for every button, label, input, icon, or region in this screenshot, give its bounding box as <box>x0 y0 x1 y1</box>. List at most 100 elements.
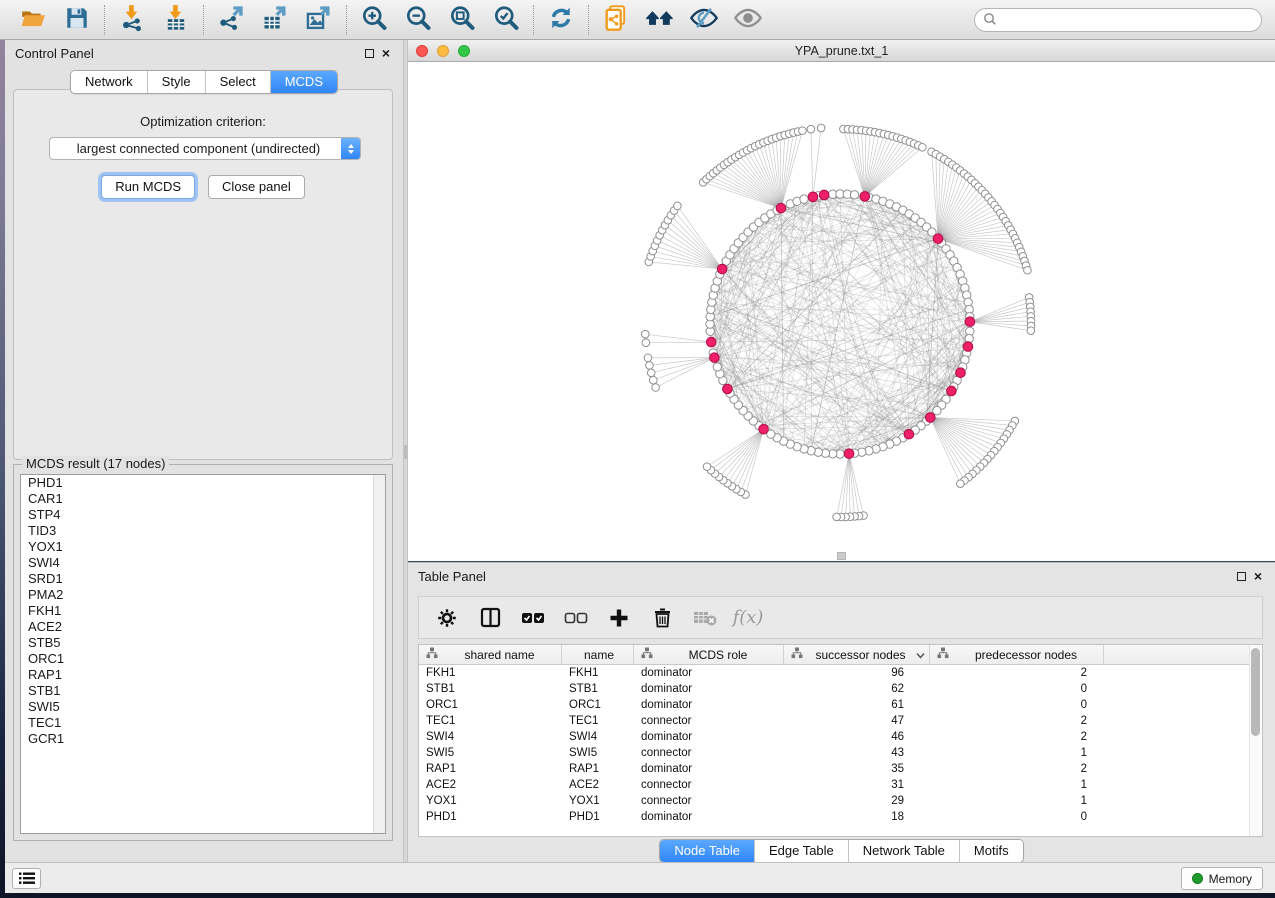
show-eye-button[interactable] <box>731 4 765 36</box>
zoom-selected-button[interactable] <box>489 4 523 36</box>
table-row[interactable]: FKH1FKH1dominator962 <box>419 665 1262 681</box>
network-overview-button[interactable] <box>643 4 677 36</box>
import-table-button[interactable] <box>159 4 193 36</box>
mcds-tab-content: Optimization criterion: largest connecte… <box>13 89 393 460</box>
tab-select[interactable]: Select <box>206 71 271 93</box>
close-mcds-panel-button[interactable]: Close panel <box>208 175 305 199</box>
mcds-result-item[interactable]: PMA2 <box>21 587 385 603</box>
cell-predecessors: 2 <box>930 713 1104 729</box>
table-row[interactable]: SWI4SWI4dominator462 <box>419 729 1262 745</box>
table-row[interactable]: SWI5SWI5connector431 <box>419 745 1262 761</box>
column-header-MCDS-role[interactable]: MCDS role <box>634 645 784 664</box>
open-file-button[interactable] <box>16 4 50 36</box>
close-panel-button[interactable]: × <box>380 47 392 59</box>
float-icon <box>1237 572 1246 581</box>
export-image-button[interactable] <box>302 4 336 36</box>
table-float-button[interactable] <box>1235 570 1247 582</box>
import-network-button[interactable] <box>115 4 149 36</box>
export-network-button[interactable] <box>214 4 248 36</box>
cell-successors: 61 <box>784 697 930 713</box>
mcds-result-item[interactable]: STB5 <box>21 635 385 651</box>
list-icon <box>19 872 35 885</box>
mcds-result-item[interactable]: PHD1 <box>21 475 385 491</box>
window-close-light[interactable] <box>416 45 428 57</box>
delete-column-button[interactable] <box>650 606 674 630</box>
table-scrollbar[interactable] <box>1249 645 1262 836</box>
column-label: MCDS role <box>657 648 779 662</box>
mcds-list-scrollbar[interactable] <box>373 475 385 833</box>
select-all-button[interactable] <box>521 606 545 630</box>
control-panel: Control Panel × NetworkStyleSelectMCDS O… <box>5 40 403 862</box>
share-network-document-button[interactable] <box>599 4 633 36</box>
network-canvas[interactable] <box>408 62 1275 561</box>
search-input[interactable] <box>997 10 1261 30</box>
zoom-in-icon <box>360 4 388 35</box>
table-settings-button[interactable] <box>435 606 459 630</box>
mcds-result-item[interactable]: ACE2 <box>21 619 385 635</box>
table-row[interactable]: YOX1YOX1connector291 <box>419 793 1262 809</box>
mcds-result-item[interactable]: SWI4 <box>21 555 385 571</box>
export-table-button[interactable] <box>258 4 292 36</box>
cell-predecessors: 1 <box>930 745 1104 761</box>
show-panels-button[interactable] <box>12 868 41 889</box>
table-row[interactable]: RAP1RAP1dominator352 <box>419 761 1262 777</box>
table-row[interactable]: TEC1TEC1connector472 <box>419 713 1262 729</box>
column-header-successor-nodes[interactable]: successor nodes <box>784 645 930 664</box>
table-row[interactable]: PHD1PHD1dominator180 <box>419 809 1262 825</box>
mcds-result-item[interactable]: CAR1 <box>21 491 385 507</box>
zoom-out-button[interactable] <box>401 4 435 36</box>
column-header-name[interactable]: name <box>562 645 634 664</box>
float-panel-button[interactable] <box>363 47 375 59</box>
mcds-result-item[interactable]: FKH1 <box>21 603 385 619</box>
mcds-result-item[interactable]: TEC1 <box>21 715 385 731</box>
mcds-result-item[interactable]: RAP1 <box>21 667 385 683</box>
table-tab-node-table[interactable]: Node Table <box>660 840 755 862</box>
table-row[interactable]: ORC1ORC1dominator610 <box>419 697 1262 713</box>
mcds-result-item[interactable]: STB1 <box>21 683 385 699</box>
window-minimize-light[interactable] <box>437 45 449 57</box>
column-header-predecessor-nodes[interactable]: predecessor nodes <box>930 645 1104 664</box>
memory-button[interactable]: Memory <box>1181 867 1263 890</box>
criterion-dropdown[interactable]: largest connected component (undirected) <box>49 137 361 160</box>
cell-successors: 35 <box>784 761 930 777</box>
column-header-shared-name[interactable]: shared name <box>419 645 562 664</box>
show-columns-button[interactable] <box>478 606 502 630</box>
mcds-result-item[interactable]: SRD1 <box>21 571 385 587</box>
mcds-result-item[interactable]: GCR1 <box>21 731 385 747</box>
mcds-result-item[interactable]: YOX1 <box>21 539 385 555</box>
hide-vizmap-button[interactable] <box>687 4 721 36</box>
tab-network[interactable]: Network <box>71 71 148 93</box>
mcds-result-title: MCDS result (17 nodes) <box>22 456 169 471</box>
save-session-button[interactable] <box>60 4 94 36</box>
run-mcds-button[interactable]: Run MCDS <box>101 175 195 199</box>
window-maximize-light[interactable] <box>458 45 470 57</box>
deselect-all-button[interactable] <box>564 606 588 630</box>
mcds-result-item[interactable]: SWI5 <box>21 699 385 715</box>
mcds-result-item[interactable]: ORC1 <box>21 651 385 667</box>
mcds-result-item[interactable]: STP4 <box>21 507 385 523</box>
network-window-titlebar[interactable]: YPA_prune.txt_1 <box>408 40 1275 62</box>
table-tab-edge-table[interactable]: Edge Table <box>755 840 849 862</box>
canvas-splitter-handle[interactable] <box>837 552 846 560</box>
cell-successors: 96 <box>784 665 930 681</box>
mcds-result-item[interactable]: TID3 <box>21 523 385 539</box>
search-box[interactable] <box>974 8 1262 32</box>
tab-style[interactable]: Style <box>148 71 206 93</box>
add-column-button[interactable] <box>607 606 631 630</box>
cell-predecessors: 1 <box>930 793 1104 809</box>
table-close-button[interactable]: × <box>1252 570 1264 582</box>
table-tab-motifs[interactable]: Motifs <box>960 840 1023 862</box>
table-row[interactable]: ACE2ACE2connector311 <box>419 777 1262 793</box>
table-scrollbar-thumb[interactable] <box>1251 648 1260 736</box>
cell-shared_name: SWI5 <box>419 745 562 761</box>
zoom-fit-button[interactable] <box>445 4 479 36</box>
tab-mcds[interactable]: MCDS <box>271 71 337 93</box>
zoom-in-button[interactable] <box>357 4 391 36</box>
table-tab-network-table[interactable]: Network Table <box>849 840 960 862</box>
table-row[interactable]: STB1STB1dominator620 <box>419 681 1262 697</box>
refresh-button[interactable] <box>544 4 578 36</box>
mcds-result-list[interactable]: PHD1CAR1STP4TID3YOX1SWI4SRD1PMA2FKH1ACE2… <box>20 474 386 834</box>
cell-mcds_role: connector <box>634 745 784 761</box>
search-icon <box>983 12 997 29</box>
criterion-dropdown-value: largest connected component (undirected) <box>50 141 341 156</box>
